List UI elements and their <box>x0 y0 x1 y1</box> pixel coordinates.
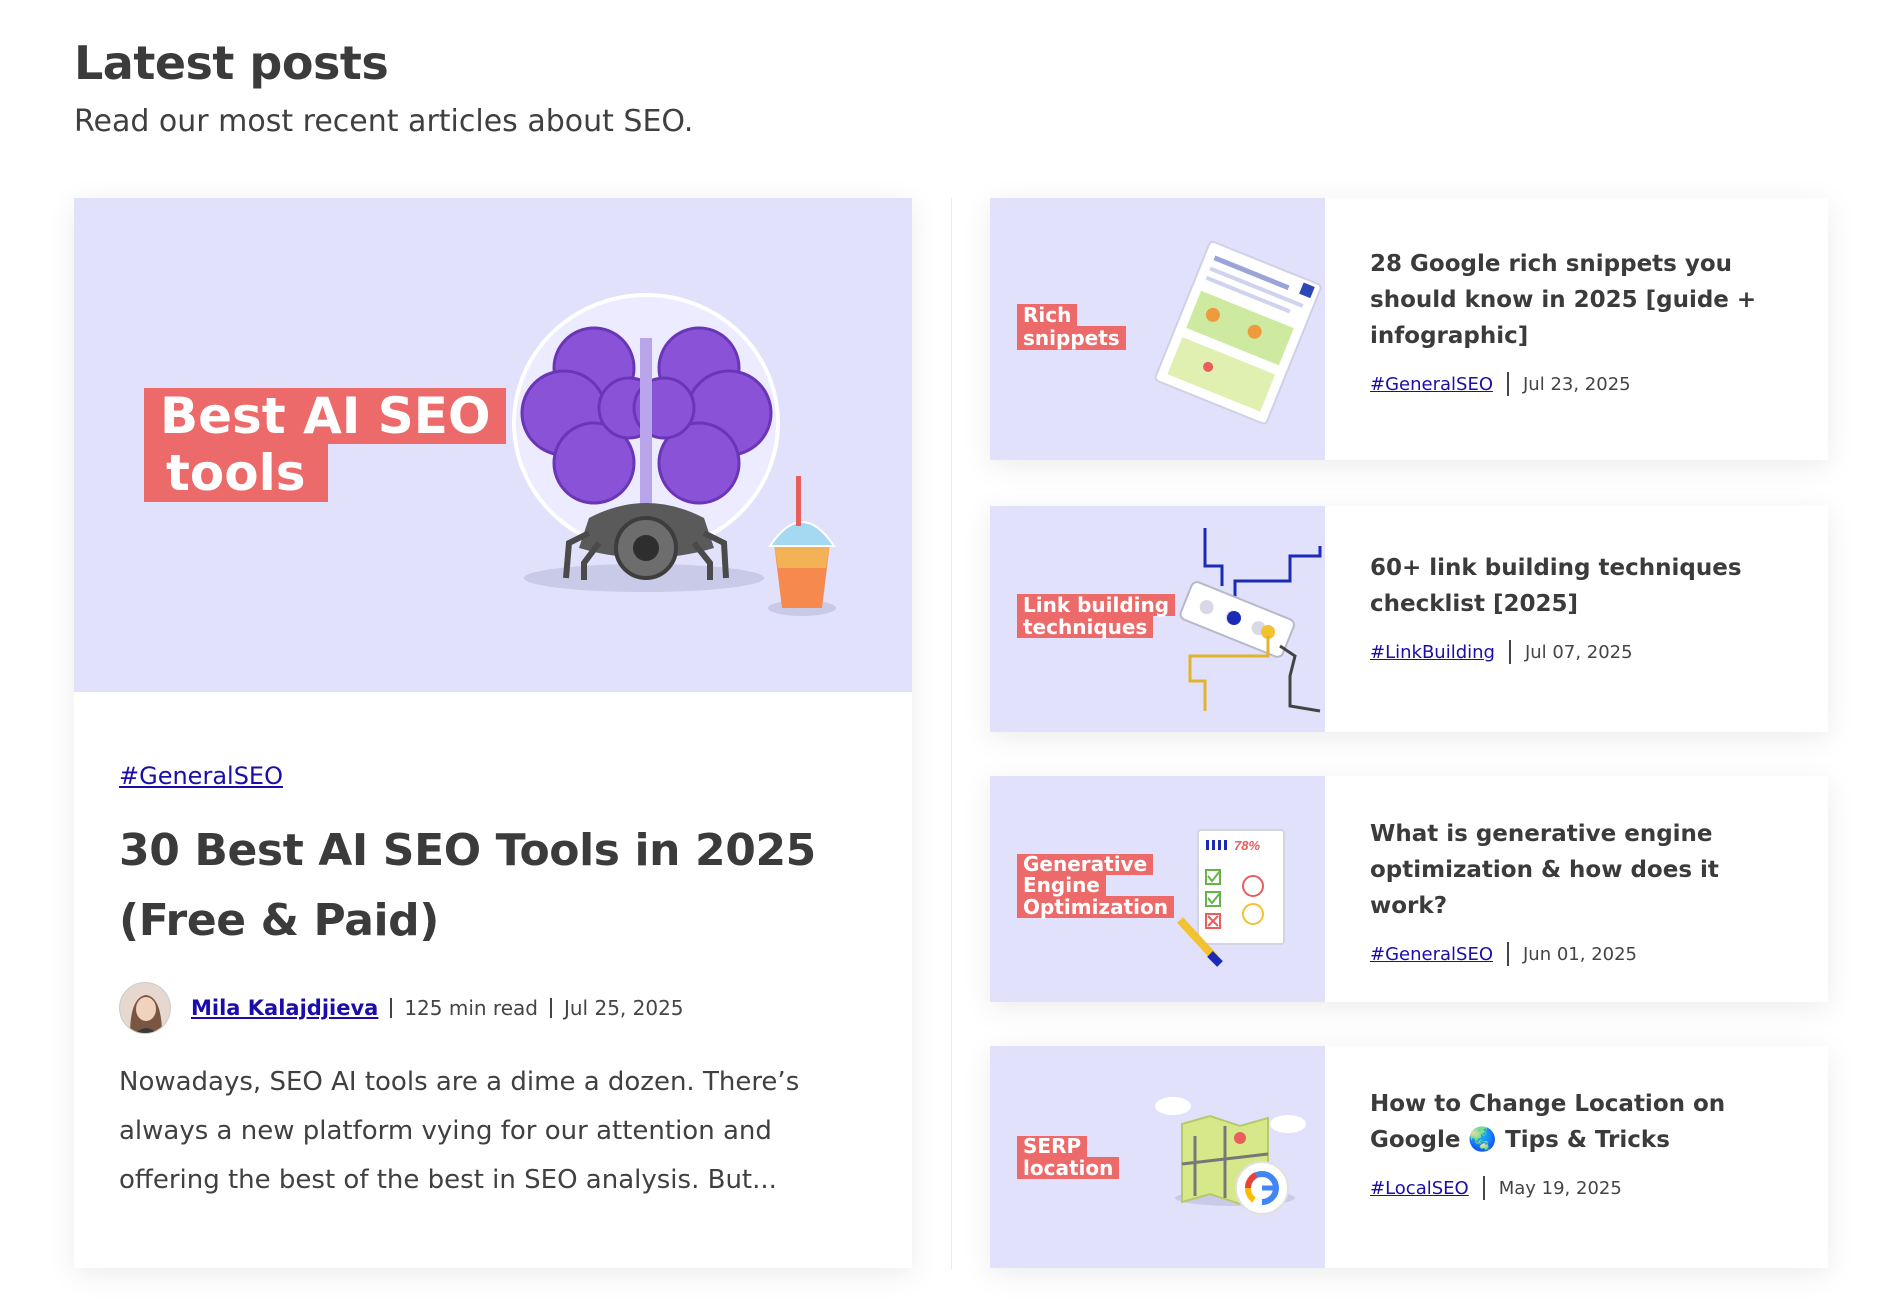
post-body: What is generative engine optimization &… <box>1370 816 1790 966</box>
meta-separator <box>1507 372 1509 396</box>
page-title: Latest posts <box>74 36 389 90</box>
featured-post-image[interactable]: Best AI SEO tools <box>74 198 912 692</box>
map-google-illustration <box>1155 1097 1306 1215</box>
post-date: Jul 25, 2025 <box>563 996 684 1020</box>
post-body: 60+ link building techniques checklist [… <box>1370 550 1790 664</box>
page-subtitle: Read our most recent articles about SEO. <box>74 104 694 139</box>
post-date: Jul 23, 2025 <box>1523 373 1631 395</box>
percent-label: 78% <box>1234 838 1260 853</box>
meta-separator <box>1508 640 1511 664</box>
meta-separator <box>1482 1176 1485 1200</box>
author-avatar[interactable] <box>119 982 171 1034</box>
post-meta: #GeneralSEO Jul 23, 2025 <box>1370 372 1790 396</box>
post-thumbnail[interactable]: Rich snippets <box>990 198 1325 460</box>
power-strip-illustration <box>1179 528 1322 713</box>
post-date: Jul 07, 2025 <box>1524 641 1633 663</box>
post-card-generative-engine-optimization[interactable]: Generative Engine Optimization 78% What … <box>990 776 1828 1002</box>
post-tag-link[interactable]: #GeneralSEO <box>1370 944 1493 965</box>
post-tag-link[interactable]: #GeneralSEO <box>1370 374 1493 395</box>
author-link[interactable]: Mila Kalajdjieva <box>191 996 378 1020</box>
featured-post-excerpt: Nowadays, SEO AI tools are a dime a doze… <box>119 1067 800 1195</box>
post-tag-link[interactable]: #LocalSEO <box>1370 1178 1469 1199</box>
post-date: Jun 01, 2025 <box>1523 943 1638 965</box>
column-divider <box>951 198 952 1270</box>
featured-post-card[interactable]: Best AI SEO tools #GeneralSEO 30 Best AI… <box>74 198 912 1268</box>
read-time: 125 min read <box>404 996 538 1020</box>
meta-separator <box>390 998 393 1018</box>
post-meta: #LocalSEO May 19, 2025 <box>1370 1176 1790 1200</box>
featured-post-title[interactable]: 30 Best AI SEO Tools in 2025 (Free & Pai… <box>119 816 879 956</box>
post-card-rich-snippets[interactable]: Rich snippets 28 Google rich snippets yo… <box>990 198 1828 460</box>
featured-post-tag-link[interactable]: #GeneralSEO <box>119 762 283 790</box>
post-title[interactable]: 28 Google rich snippets you should know … <box>1370 246 1790 354</box>
post-title[interactable]: How to Change Location on Google 🌏 Tips … <box>1370 1086 1790 1158</box>
post-thumbnail[interactable]: Link building techniques <box>990 506 1325 732</box>
post-thumbnail[interactable]: SERP location <box>990 1046 1325 1268</box>
search-results-illustration <box>1154 240 1322 425</box>
post-meta: #LinkBuilding Jul 07, 2025 <box>1370 640 1790 664</box>
post-card-link-building[interactable]: Link building techniques 60+ link buildi… <box>990 506 1828 732</box>
featured-post-meta: Mila Kalajdjieva 125 min read Jul 25, 20… <box>119 982 879 1034</box>
post-body: 28 Google rich snippets you should know … <box>1370 246 1790 396</box>
post-title[interactable]: What is generative engine optimization &… <box>1370 816 1790 924</box>
brain-robot-illustration <box>512 293 836 616</box>
post-title[interactable]: 60+ link building techniques checklist [… <box>1370 550 1790 622</box>
post-meta: #GeneralSEO Jun 01, 2025 <box>1370 942 1790 966</box>
meta-separator <box>1507 942 1509 966</box>
post-thumbnail[interactable]: Generative Engine Optimization 78% <box>990 776 1325 1002</box>
post-tag-link[interactable]: #LinkBuilding <box>1370 642 1495 663</box>
featured-post-body: #GeneralSEO 30 Best AI SEO Tools in 2025… <box>119 762 879 1205</box>
post-card-serp-location[interactable]: SERP location How to Change Location on … <box>990 1046 1828 1268</box>
checklist-report-illustration: 78% <box>1177 829 1285 967</box>
meta-separator <box>549 998 552 1018</box>
post-body: How to Change Location on Google 🌏 Tips … <box>1370 1086 1790 1200</box>
post-date: May 19, 2025 <box>1498 1177 1622 1199</box>
